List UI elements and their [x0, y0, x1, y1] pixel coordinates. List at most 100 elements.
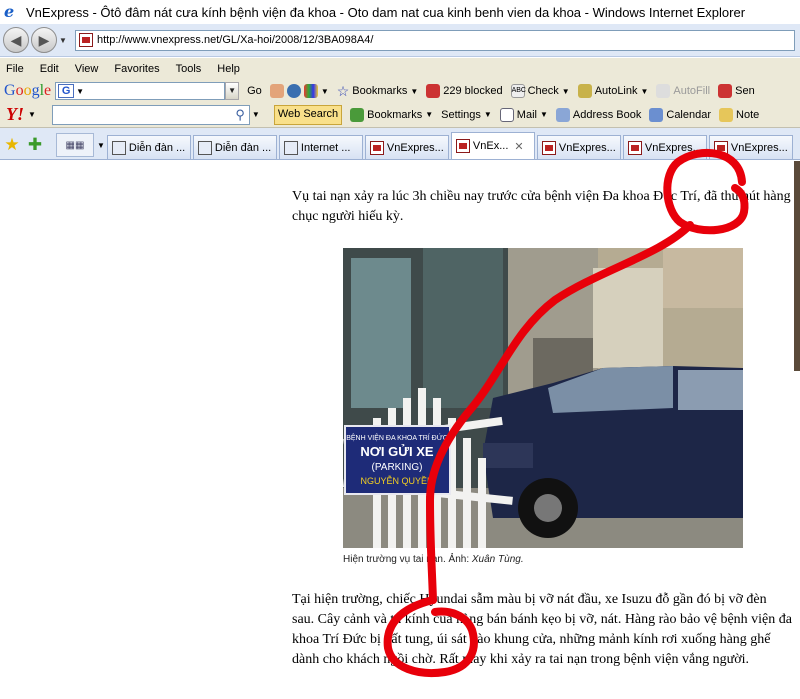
tab-vnexpress-3[interactable]: VnExpres... — [622, 135, 707, 159]
google-apps-icon[interactable] — [303, 84, 318, 98]
mail-label: Mail — [516, 108, 537, 121]
google-go-button[interactable]: Go — [247, 85, 262, 97]
window-title: VnExpress - Ôtô đâm nát cưa kính bệnh vi… — [26, 4, 746, 20]
google-search-input[interactable]: G ▼ — [55, 82, 226, 100]
google-g-icon: G — [58, 84, 75, 98]
address-row: ◀ ▶ ▼ http://www.vnexpress.net/GL/Xa-hoi… — [0, 24, 800, 57]
vnexpress-icon — [627, 140, 642, 155]
yahoo-menu-dropdown-icon[interactable]: ▼ — [28, 110, 36, 119]
menu-edit[interactable]: Edit — [40, 63, 59, 75]
search-icon[interactable]: ⚲ — [235, 107, 245, 123]
sign-line-1: BỆNH VIỆN ĐA KHOA TRÍ ĐỨC — [346, 433, 448, 442]
settings-button[interactable]: Settings ▼ — [441, 109, 492, 121]
google-logo: Google — [4, 82, 52, 99]
yahoo-search-dropdown-icon[interactable]: ▼ — [252, 110, 260, 119]
apps-dropdown-icon[interactable]: ▼ — [321, 87, 329, 96]
caption-author: Xuân Tùng. — [471, 554, 524, 565]
mail-envelope-icon — [499, 107, 514, 122]
notepad-button[interactable]: Note — [719, 107, 759, 122]
yahoo-bookmarks-label: Bookmarks — [367, 108, 423, 121]
autolink-icon — [577, 84, 592, 98]
photo-caption: Hiện trường vụ tai nạn. Ảnh: Xuân Tùng. — [343, 554, 524, 565]
recent-pages-dropdown[interactable]: ▼ — [59, 36, 71, 45]
bookmarks-dropdown-icon[interactable]: ▼ — [410, 87, 418, 96]
check-dropdown-icon[interactable]: ▼ — [562, 87, 570, 96]
autolink-button[interactable]: AutoLink ▼ — [577, 84, 649, 98]
address-book-label: Address Book — [572, 108, 642, 121]
send-to-button[interactable]: Sen — [718, 84, 755, 98]
tab-label: VnExpres... — [558, 141, 616, 154]
spellcheck-button[interactable]: ABC Check ▼ — [510, 84, 570, 98]
tab-list-dropdown-icon[interactable]: ▼ — [97, 141, 105, 150]
send-label: Sen — [735, 85, 755, 97]
search-tool-icon[interactable] — [269, 84, 284, 98]
tab-label: VnExpres... — [730, 141, 788, 154]
menu-file[interactable]: File — [6, 63, 24, 75]
address-book-icon — [555, 107, 570, 122]
accident-photo: BỆNH VIỆN ĐA KHOA TRÍ ĐỨC NƠI GỬI XE (PA… — [343, 248, 743, 548]
title-bar: e VnExpress - Ôtô đâm nát cưa kính bệnh … — [0, 0, 800, 24]
popup-blocked-label: 229 blocked — [443, 85, 503, 97]
adjacent-image-edge — [794, 161, 800, 371]
tab-internet[interactable]: Internet ... — [278, 135, 363, 159]
autofill-button[interactable]: AutoFill — [656, 84, 710, 98]
google-search-dropdown[interactable]: ▼ — [225, 82, 240, 100]
google-go-label: Go — [247, 85, 262, 97]
google-bookmarks-button[interactable]: ☆ Bookmarks ▼ — [337, 84, 419, 98]
settings-label: Settings — [441, 108, 481, 121]
notepad-icon — [719, 107, 734, 122]
address-book-button[interactable]: Address Book — [555, 107, 642, 122]
yahoo-logo[interactable]: Y! — [6, 104, 24, 125]
bookmarks-star-icon: ☆ — [336, 83, 350, 99]
web-search-button[interactable]: Web Search — [273, 104, 343, 125]
tab-vnexpress-active[interactable]: VnEx... ✕ — [450, 132, 535, 159]
mail-dropdown-icon[interactable]: ▼ — [540, 110, 548, 119]
address-bar[interactable]: http://www.vnexpress.net/GL/Xa-hoi/2008/… — [75, 29, 795, 51]
calendar-icon — [649, 107, 664, 122]
google-tools-icons[interactable]: ▼ — [269, 84, 329, 98]
page-content: Vụ tai nạn xảy ra lúc 3h chiều nay trước… — [0, 161, 800, 699]
menu-view[interactable]: View — [75, 63, 99, 75]
caption-text: Hiện trường vụ tai nạn. Ảnh: — [343, 554, 472, 565]
google-engine-dropdown-icon[interactable]: ▼ — [76, 87, 84, 96]
tab-label: Internet ... — [300, 141, 351, 154]
google-bookmarks-label: Bookmarks — [352, 85, 408, 97]
article-paragraph-1: Vụ tai nạn xảy ra lúc 3h chiều nay trước… — [292, 189, 791, 224]
menu-favorites[interactable]: Favorites — [114, 63, 159, 75]
accident-photo-drawing: BỆNH VIỆN ĐA KHOA TRÍ ĐỨC NƠI GỬI XE (PA… — [343, 248, 743, 548]
article-paragraph-2: Tại hiện trường, chiếc Hyundai sẫm màu b… — [292, 592, 792, 667]
tab-vnexpress-1[interactable]: VnExpres... — [364, 135, 449, 159]
ie-page-icon — [111, 140, 126, 155]
close-tab-icon[interactable]: ✕ — [514, 140, 523, 153]
tab-vnexpress-4[interactable]: VnExpres... — [708, 135, 793, 159]
autofill-icon — [656, 84, 671, 98]
popup-blocker-icon — [426, 84, 441, 98]
ie-page-icon — [283, 140, 298, 155]
menu-tools[interactable]: Tools — [176, 63, 202, 75]
yahoo-search-input[interactable]: ⚲ — [51, 104, 250, 125]
send-icon — [718, 84, 733, 98]
yahoo-bookmarks-button[interactable]: Bookmarks ▼ — [350, 107, 433, 122]
address-url[interactable]: http://www.vnexpress.net/GL/Xa-hoi/2008/… — [97, 34, 373, 46]
autofill-label: AutoFill — [673, 85, 711, 97]
autolink-dropdown-icon[interactable]: ▼ — [641, 87, 649, 96]
vnexpress-icon — [455, 139, 470, 153]
back-button[interactable]: ◀ — [3, 27, 29, 53]
add-to-favorites-icon[interactable]: ✚ — [24, 131, 46, 159]
tab-dien-dan-1[interactable]: Diễn đàn ... — [106, 135, 191, 159]
favorites-center-star-icon[interactable]: ★ — [0, 131, 24, 159]
popup-blocked-button[interactable]: 229 blocked — [426, 84, 503, 98]
mail-button[interactable]: Mail ▼ — [499, 107, 548, 122]
tab-vnexpress-2[interactable]: VnExpres... — [536, 135, 621, 159]
forward-button[interactable]: ▶ — [31, 27, 57, 53]
sign-line-4: NGUYỄN QUYỀN — [360, 475, 433, 486]
yahoo-bookmarks-icon — [350, 107, 365, 122]
quick-tabs-button[interactable]: ▦▦ — [56, 133, 94, 157]
pagerank-icon[interactable] — [286, 84, 301, 98]
tab-label: Diễn đàn ... — [214, 141, 272, 154]
settings-dropdown-icon[interactable]: ▼ — [484, 110, 492, 119]
tab-dien-dan-2[interactable]: Diễn đàn ... — [192, 135, 277, 159]
menu-help[interactable]: Help — [217, 63, 240, 75]
yahoo-bookmarks-dropdown-icon[interactable]: ▼ — [425, 110, 433, 119]
calendar-button[interactable]: Calendar — [649, 107, 711, 122]
